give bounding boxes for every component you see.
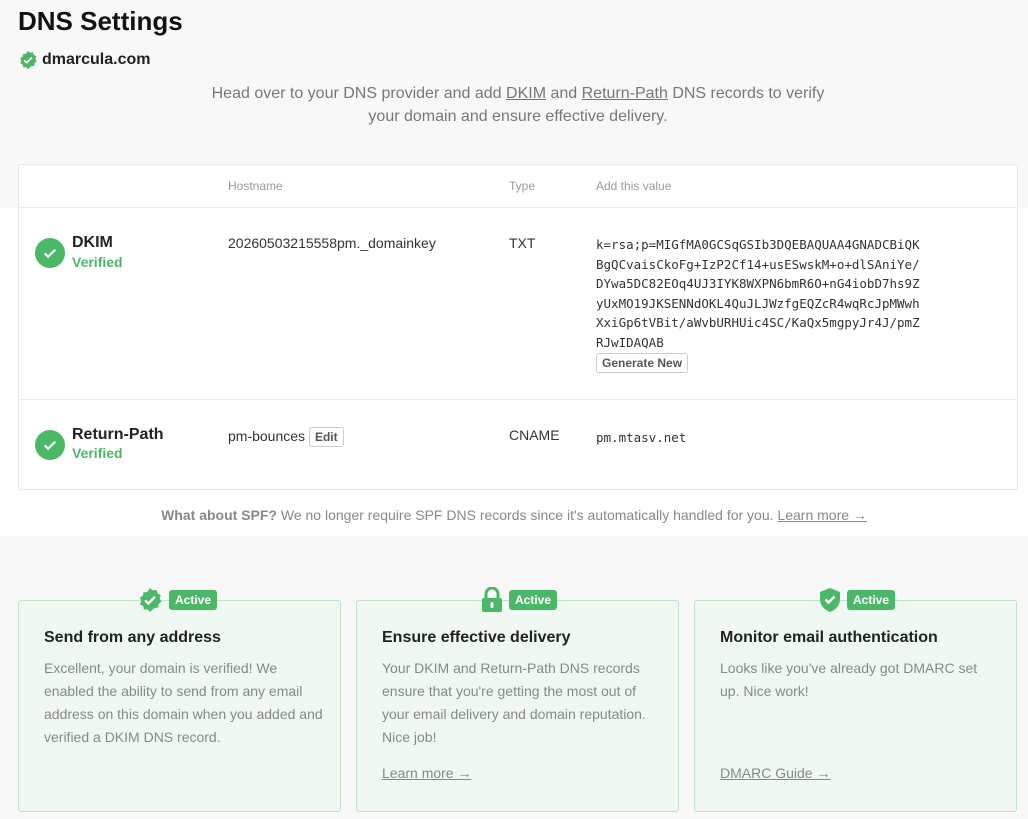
- domain-label: dmarcula.com: [18, 50, 150, 70]
- card-title: Send from any address: [44, 629, 221, 646]
- dmarc-guide-link[interactable]: DMARC Guide →: [720, 765, 830, 781]
- record-name: DKIM: [72, 234, 113, 251]
- shield-check-icon: [820, 588, 840, 612]
- generate-new-button[interactable]: Generate New: [596, 352, 689, 373]
- spf-learn-more-link[interactable]: Learn more →: [777, 507, 866, 523]
- spf-question: What about SPF?: [161, 507, 277, 523]
- domain-name: dmarcula.com: [42, 51, 151, 68]
- status-badge: Active: [847, 590, 896, 610]
- card-body: Your DKIM and Return-Path DNS records en…: [382, 660, 646, 745]
- record-hostname: pm-bounces: [228, 428, 306, 444]
- check-circle-icon: [35, 430, 65, 460]
- card-title: Ensure effective delivery: [382, 629, 571, 646]
- verified-badge-icon: [139, 588, 162, 612]
- table-row-return-path: Return-Path Verified pm-bounces Edit CNA…: [19, 400, 1017, 490]
- card-ensure-effective-delivery: Active Ensure effective delivery Your DK…: [356, 587, 679, 812]
- record-value: k=rsa;p=MIGfMA0GCSqGSIb3DQEBAQUAA4GNADCB…: [596, 237, 920, 350]
- card-monitor-email-authentication: Active Monitor email authentication Look…: [694, 588, 1017, 812]
- card-body: Looks like you've already got DMARC set …: [720, 660, 978, 699]
- column-hostname: Hostname: [228, 179, 283, 193]
- record-status: Verified: [72, 254, 123, 270]
- table-header: Hostname Type Add this value: [19, 165, 1017, 208]
- dkim-link[interactable]: DKIM: [506, 85, 546, 102]
- record-value-block: k=rsa;p=MIGfMA0GCSqGSIb3DQEBAQUAA4GNADCB…: [596, 235, 926, 373]
- intro-text: Head over to your DNS provider and add D…: [211, 85, 825, 125]
- table-row-dkim: DKIM Verified 20260503215558pm._domainke…: [19, 208, 1017, 400]
- record-hostname-block: pm-bounces Edit: [228, 427, 344, 447]
- verified-badge-icon: [20, 50, 37, 70]
- card-body: Excellent, your domain is verified! We e…: [44, 660, 323, 745]
- check-circle-icon: [35, 238, 65, 268]
- record-name: Return-Path: [72, 426, 164, 443]
- card-send-from-any-address: Active Send from any address Excellent, …: [18, 588, 341, 812]
- status-badge: Active: [169, 590, 218, 610]
- record-status: Verified: [72, 445, 123, 461]
- dns-records-table: Hostname Type Add this value DKIM Verifi…: [18, 164, 1018, 490]
- return-path-link[interactable]: Return-Path: [582, 85, 668, 102]
- status-badge: Active: [509, 590, 558, 610]
- edit-button[interactable]: Edit: [308, 427, 344, 447]
- lock-icon: [482, 587, 502, 612]
- card-title: Monitor email authentication: [720, 629, 938, 646]
- column-type: Type: [509, 179, 536, 193]
- column-value: Add this value: [596, 179, 672, 193]
- page-title: DNS Settings: [18, 6, 183, 36]
- record-type: TXT: [509, 235, 536, 251]
- record-type: CNAME: [509, 427, 560, 443]
- record-hostname: 20260503215558pm._domainkey: [228, 235, 436, 251]
- learn-more-link[interactable]: Learn more →: [382, 765, 471, 781]
- record-value: pm.mtasv.net: [596, 430, 687, 445]
- spf-note: What about SPF? We no longer require SPF…: [161, 507, 867, 523]
